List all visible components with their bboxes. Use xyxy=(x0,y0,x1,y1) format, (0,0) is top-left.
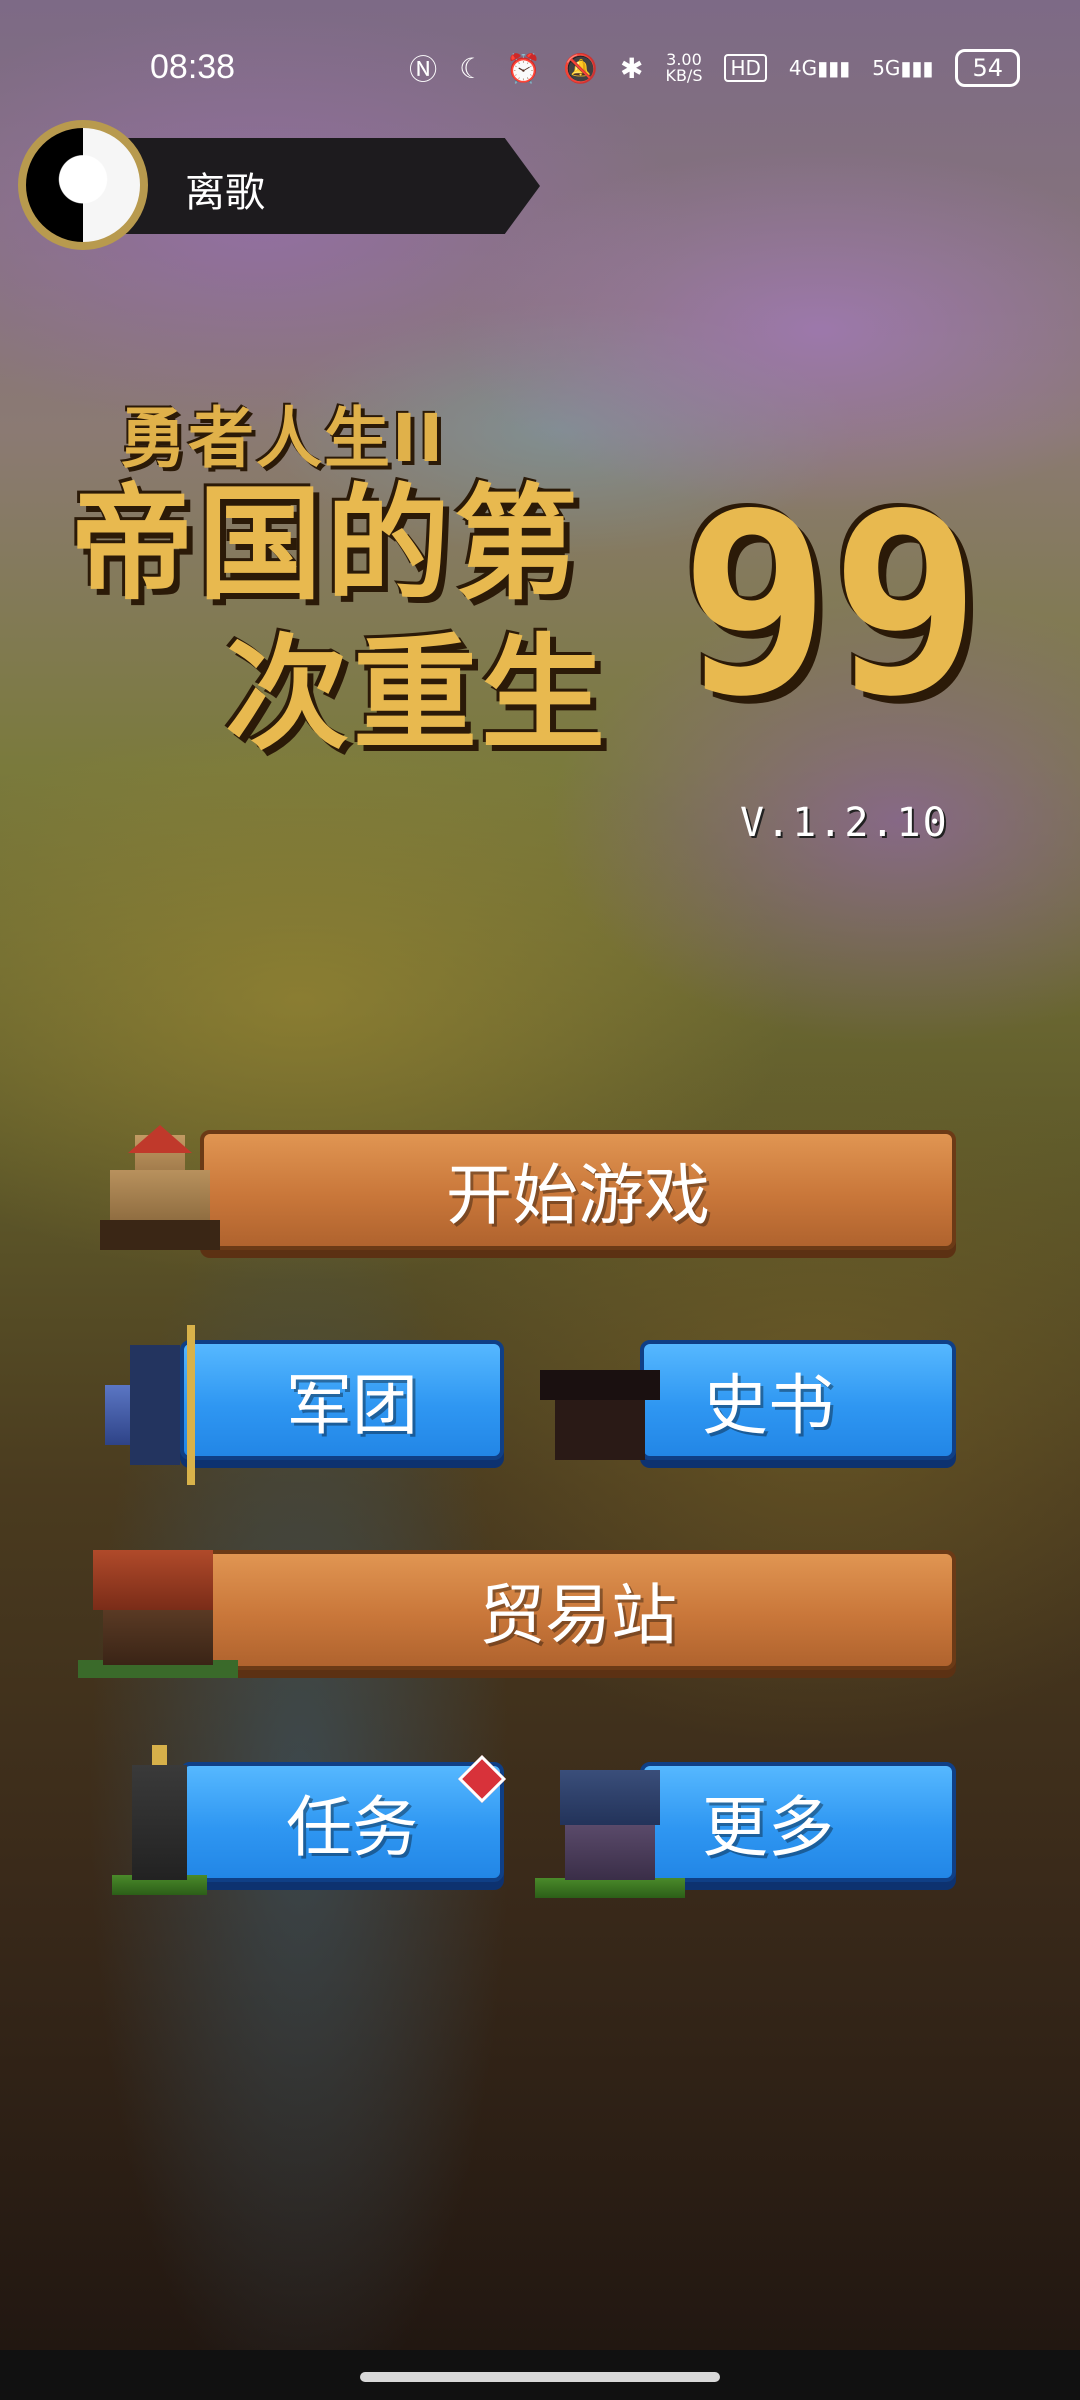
avatar[interactable] xyxy=(18,120,148,250)
game-title: 帝国的第 次重生 xyxy=(70,470,700,770)
house-icon xyxy=(535,1750,685,1900)
nfc-icon: Ⓝ xyxy=(409,53,438,86)
more-label: 更多 xyxy=(702,1789,834,1866)
temple-icon xyxy=(530,1330,670,1480)
tasks-label: 任务 xyxy=(286,1789,418,1866)
start-game-button[interactable]: 开始游戏 xyxy=(200,1130,956,1250)
legion-button[interactable]: 军团 xyxy=(180,1340,504,1460)
tower-icon xyxy=(112,1745,207,1895)
more-button[interactable]: 更多 xyxy=(640,1762,956,1882)
version-label: V.1.2.10 xyxy=(740,800,949,846)
history-book-button[interactable]: 史书 xyxy=(640,1340,956,1460)
game-title-number: 99 xyxy=(680,459,982,750)
start-game-label: 开始游戏 xyxy=(446,1157,710,1234)
mute-icon: 🔕 xyxy=(563,51,598,85)
legion-label: 军团 xyxy=(286,1367,418,1444)
hd-icon: HD xyxy=(724,54,767,82)
player-profile[interactable]: 离歌 xyxy=(10,120,550,250)
signal-5g-icon: 5G▮▮▮ xyxy=(872,56,934,80)
signal-4g-icon: 4G▮▮▮ xyxy=(788,56,851,80)
battery-indicator: 54 xyxy=(955,49,1020,87)
alarm-icon: ⏰ xyxy=(506,51,542,85)
shop-icon xyxy=(78,1540,238,1680)
status-icons: Ⓝ ☾ ⏰ 🔕 ✱ 3.00 KB/S HD 4G▮▮▮ 5G▮▮▮ 54 xyxy=(409,48,1020,88)
game-title-line2: 次重生 xyxy=(225,623,610,767)
castle-icon xyxy=(80,1125,240,1255)
game-title-line1: 帝国的第 xyxy=(70,473,583,617)
network-speed: 3.00 KB/S xyxy=(665,50,703,85)
profile-banner xyxy=(100,138,540,234)
bluetooth-icon: ✱ xyxy=(619,51,644,85)
history-book-label: 史书 xyxy=(702,1367,834,1444)
player-name: 离歌 xyxy=(185,170,265,216)
knight-icon xyxy=(105,1325,205,1485)
home-gesture-bar[interactable] xyxy=(360,2372,720,2382)
moon-icon: ☾ xyxy=(459,51,485,85)
trading-post-label: 贸易站 xyxy=(479,1577,677,1654)
status-time: 08:38 xyxy=(150,48,236,86)
trading-post-button[interactable]: 贸易站 xyxy=(200,1550,956,1670)
tasks-button[interactable]: 任务 xyxy=(180,1762,504,1882)
system-status-bar: 08:38 Ⓝ ☾ ⏰ 🔕 ✱ 3.00 KB/S HD 4G▮▮▮ 5G▮▮▮… xyxy=(0,0,1080,100)
game-subtitle: 勇者人生II xyxy=(120,400,446,477)
